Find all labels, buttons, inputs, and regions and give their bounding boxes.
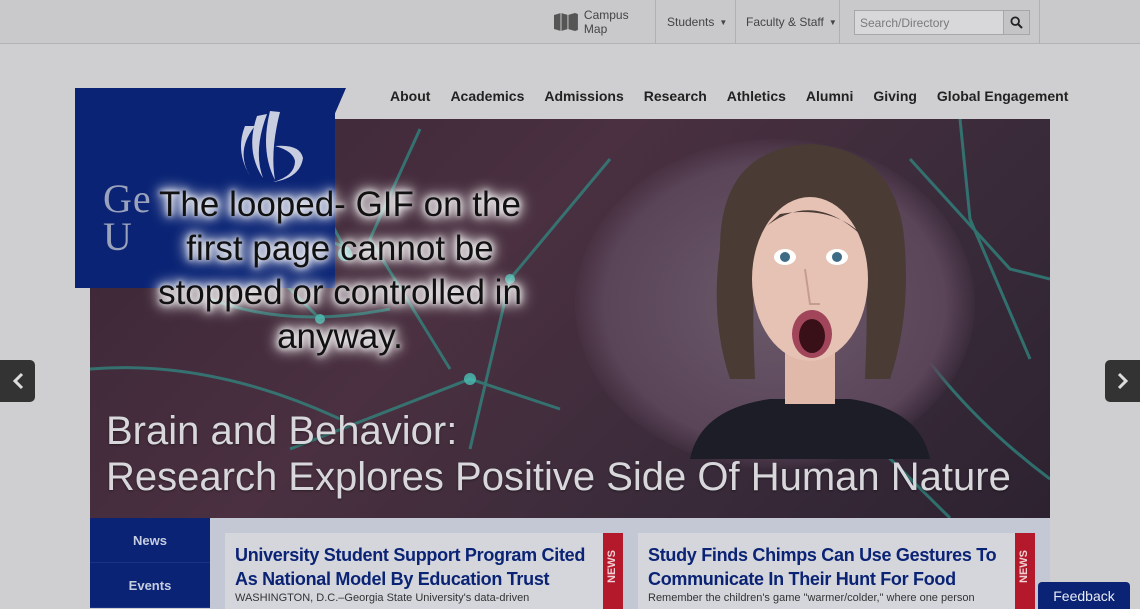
news-events-tabs: News Events <box>90 518 210 609</box>
hero-headline[interactable]: Brain and Behavior: Research Explores Po… <box>106 408 1011 500</box>
news-card[interactable]: Study Finds Chimps Can Use Gestures To C… <box>638 533 1035 609</box>
tab-news[interactable]: News <box>90 518 210 563</box>
faculty-staff-label: Faculty & Staff <box>746 15 824 29</box>
nav-item-research[interactable]: Research <box>644 88 707 114</box>
main-nav: About Academics Admissions Research Athl… <box>380 88 1078 114</box>
nav-item-giving[interactable]: Giving <box>873 88 917 114</box>
nav-item-global-engagement[interactable]: Global Engagement <box>937 88 1068 114</box>
hero-headline-line1: Brain and Behavior: <box>106 409 458 453</box>
annotation-line3: stopped or controlled in <box>158 273 522 312</box>
nav-item-alumni[interactable]: Alumni <box>806 88 853 114</box>
annotation-line4: anyway. <box>277 317 403 356</box>
chevron-down-icon: ▼ <box>719 18 728 27</box>
map-icon <box>553 13 578 31</box>
chevron-left-icon <box>12 372 23 390</box>
nav-item-about[interactable]: About <box>390 88 430 114</box>
carousel-prev-button[interactable] <box>0 360 35 402</box>
search-area <box>840 0 1040 44</box>
news-card-excerpt: Remember the children's game "warmer/col… <box>648 592 975 604</box>
campus-map-link[interactable]: Campus Map <box>546 0 656 44</box>
chevron-down-icon: ▼ <box>828 18 837 27</box>
nav-item-admissions[interactable]: Admissions <box>544 88 623 114</box>
news-ribbon: NEWS <box>603 533 623 609</box>
news-card[interactable]: University Student Support Program Cited… <box>225 533 623 609</box>
feedback-button[interactable]: Feedback <box>1038 582 1130 609</box>
faculty-staff-dropdown[interactable]: Faculty & Staff ▼ <box>736 0 840 44</box>
campus-map-label: Campus Map <box>583 8 629 36</box>
news-card-excerpt: WASHINGTON, D.C.–Georgia State Universit… <box>235 592 530 604</box>
news-ribbon: NEWS <box>1015 533 1035 609</box>
nav-item-athletics[interactable]: Athletics <box>727 88 786 114</box>
chevron-right-icon <box>1117 372 1128 390</box>
logo-tab-accent <box>333 88 346 118</box>
search-icon <box>1010 16 1023 29</box>
carousel-next-button[interactable] <box>1105 360 1140 402</box>
search-input[interactable] <box>854 10 1004 35</box>
annotation-line1: The looped- GIF on the <box>159 185 521 224</box>
students-label: Students <box>667 15 715 29</box>
flame-logo-icon <box>241 111 303 182</box>
tab-events[interactable]: Events <box>90 563 210 608</box>
students-dropdown[interactable]: Students ▼ <box>656 0 736 44</box>
annotation-line2: first page cannot be <box>186 229 494 268</box>
nav-item-academics[interactable]: Academics <box>450 88 524 114</box>
annotation-overlay: The looped- GIF on the first page cannot… <box>120 183 560 359</box>
hero-headline-line2: Research Explores Positive Side Of Human… <box>106 455 1011 499</box>
search-button[interactable] <box>1003 10 1030 35</box>
news-card-title[interactable]: Study Finds Chimps Can Use Gestures To C… <box>648 543 1008 591</box>
news-card-title[interactable]: University Student Support Program Cited… <box>235 543 595 591</box>
